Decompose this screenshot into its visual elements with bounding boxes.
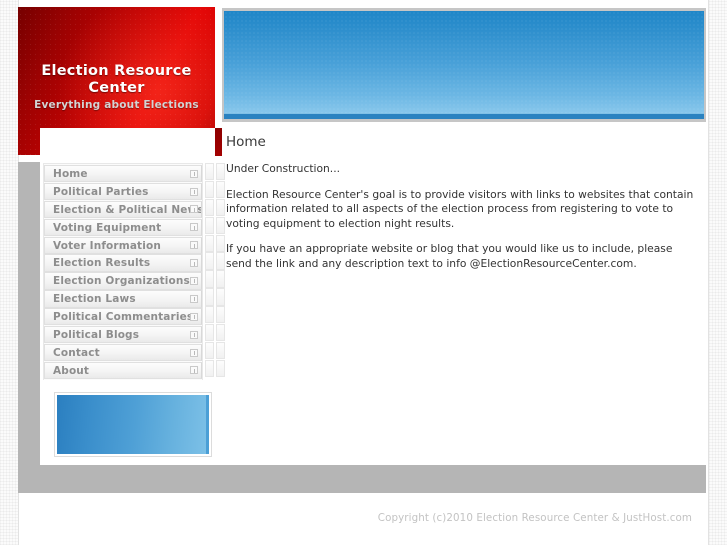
nav-item-label: Contact [53,346,100,359]
content-paragraph: Election Resource Center's goal is to pr… [226,187,694,230]
header-banner-frame [222,8,706,122]
nav-item-election-results[interactable]: Election Results [44,254,202,272]
expand-box-icon[interactable] [190,312,198,321]
expand-box-icon[interactable] [190,205,198,214]
nav-item-contact[interactable]: Contact [44,343,202,362]
submenu-strip [216,216,225,234]
expand-box-icon[interactable] [190,330,198,339]
submenu-strip [205,163,214,181]
sidebar-thumbnail-image [57,395,209,454]
nav-item-label: Election Results [53,257,151,270]
header-banner-image [224,11,704,119]
submenu-strip [205,216,214,234]
nav-item-label: Home [53,168,88,180]
submenu-strip [216,324,225,342]
submenu-strip-column-1 [205,163,214,378]
nav-item-label: Election Laws [53,293,136,306]
submenu-strip [205,180,214,199]
page-rule-right [708,0,709,545]
nav-item-label: Election & Political News [53,203,202,216]
nav-item-label: Political Commentaries [53,311,194,324]
footer-band [18,465,706,493]
submenu-strip [216,270,225,288]
submenu-strip [216,306,225,324]
submenu-strip [216,341,225,360]
expand-box-icon[interactable] [190,276,198,285]
nav-item-election-political-news[interactable]: Election & Political News [44,200,202,219]
nav-item-label: Election Organizations [53,275,190,288]
site-tagline: Everything about Elections [34,99,199,111]
page-root: Election Resource Center Everything abou… [0,0,727,545]
content-paragraph: Under Construction... [226,162,340,175]
nav-item-political-commentaries[interactable]: Political Commentaries [44,308,202,326]
nav-item-voting-equipment[interactable]: Voting Equipment [44,218,202,236]
expand-box-icon[interactable] [190,223,198,232]
submenu-strip [216,163,225,181]
expand-box-icon[interactable] [190,294,198,303]
site-title: Election Resource Center [41,63,192,96]
content-paragraph: If you have an appropriate website or bl… [226,242,673,270]
nav-item-home[interactable]: Home [44,165,202,183]
page-title: Home [226,134,266,150]
nav-item-label: About [53,364,90,377]
page-edge-texture-right [709,0,727,545]
submenu-strip [216,359,225,378]
submenu-strip-column-2 [216,163,225,378]
expand-box-icon[interactable] [190,348,198,357]
nav-item-election-laws[interactable]: Election Laws [44,290,202,308]
submenu-strip [205,270,214,288]
nav-item-voter-information[interactable]: Voter Information [44,236,202,254]
nav-item-label: Voting Equipment [53,221,162,234]
submenu-strip [205,324,214,342]
submenu-strip [205,288,214,306]
submenu-strip [216,288,225,306]
submenu-strip [216,198,225,217]
content-body: Home Under Construction... Election Resou… [226,133,694,272]
expand-box-icon[interactable] [190,169,198,178]
nav-item-election-organizations[interactable]: Election Organizations [44,272,202,290]
content-paragraphs: Under Construction... Election Resource C… [226,162,694,272]
main-navigation[interactable]: Home Political Parties Election & Politica… [43,163,203,380]
site-logo-text: Election Resource Center Everything abou… [18,63,215,112]
expand-box-icon[interactable] [190,259,198,268]
nav-item-political-blogs[interactable]: Political Blogs [44,326,202,344]
expand-box-icon[interactable] [190,241,198,250]
nav-item-label: Political Blogs [53,329,140,342]
submenu-strip [205,198,214,217]
nav-item-label: Voter Information [53,239,161,252]
footer-copyright: Copyright (c)2010 Election Resource Cent… [377,512,692,524]
nav-item-about[interactable]: About [44,361,202,380]
submenu-strip [205,306,214,324]
page-edge-texture-left [0,0,18,545]
expand-box-icon[interactable] [190,366,198,375]
submenu-strip [205,341,214,360]
submenu-strip [216,180,225,199]
sidebar-thumbnail-frame[interactable] [54,392,212,457]
nav-item-label: Political Parties [53,185,149,198]
submenu-strip [205,234,214,252]
expand-box-icon[interactable] [190,187,198,196]
submenu-strip [205,252,214,270]
submenu-strip [205,359,214,378]
content-tab-sliver [215,128,222,156]
submenu-strip [216,234,225,252]
nav-item-political-parties[interactable]: Political Parties [44,182,202,201]
submenu-strip [216,252,225,270]
